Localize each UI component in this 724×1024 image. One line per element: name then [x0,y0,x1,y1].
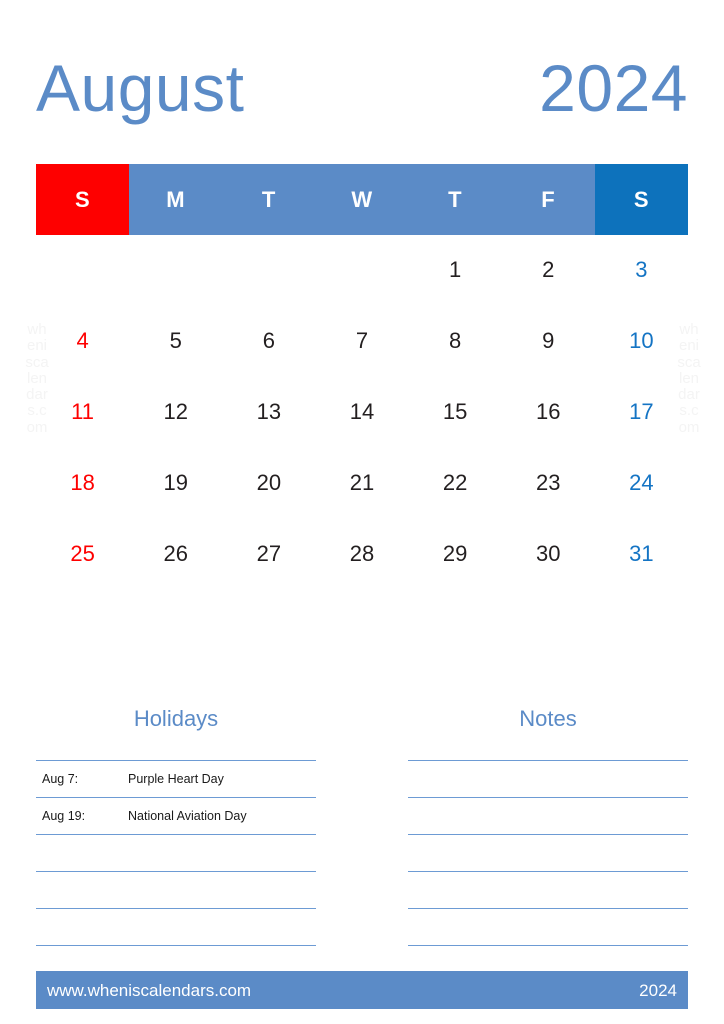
holiday-row [36,871,316,908]
date-cell[interactable]: 25 [36,527,129,598]
date-cell-empty [129,243,222,314]
date-cell[interactable]: 18 [36,456,129,527]
date-cell-empty [222,243,315,314]
date-cell[interactable]: 26 [129,527,222,598]
holiday-date: Aug 7: [42,772,79,786]
date-cell[interactable]: 10 [595,314,688,385]
bottom-sections: Holidays Aug 7: Purple Heart Day Aug 19: Na… [36,706,688,946]
note-row[interactable] [408,908,688,946]
holiday-date: Aug 19: [42,809,86,823]
date-cell[interactable]: 16 [502,385,595,456]
note-row[interactable] [408,834,688,871]
date-cell[interactable]: 9 [502,314,595,385]
date-cell[interactable]: 5 [129,314,222,385]
date-cell[interactable]: 27 [222,527,315,598]
holiday-row: Aug 19: National Aviation Day [36,797,316,834]
weekday-header-monday: M [129,164,223,235]
note-row[interactable] [408,760,688,797]
date-cell[interactable]: 28 [315,527,408,598]
date-cell[interactable]: 24 [595,456,688,527]
weekday-header-tuesday: T [222,164,316,235]
date-cell[interactable]: 22 [409,456,502,527]
date-cell[interactable]: 20 [222,456,315,527]
holiday-row [36,834,316,871]
note-row[interactable] [408,797,688,834]
date-cell[interactable]: 23 [502,456,595,527]
date-grid: 1 2 3 4 5 6 7 8 9 10 11 12 13 14 15 16 17 18 19 20 21 22 23 24 2… [36,243,688,598]
date-cell[interactable]: 1 [409,243,502,314]
note-row[interactable] [408,871,688,908]
date-cell-empty [315,243,408,314]
date-cell[interactable]: 30 [502,527,595,598]
date-cell[interactable]: 15 [409,385,502,456]
notes-section: Notes [408,706,688,946]
holidays-lines: Aug 7: Purple Heart Day Aug 19: National Av… [36,760,316,946]
holiday-row [36,908,316,946]
weekday-header-friday: F [501,164,595,235]
weekday-header-thursday: T [408,164,502,235]
holidays-title: Holidays [133,706,219,731]
year-label: 2024 [539,51,688,125]
date-cell[interactable]: 14 [315,385,408,456]
date-cell[interactable]: 8 [409,314,502,385]
date-cell[interactable]: 2 [502,243,595,314]
date-cell[interactable]: 19 [129,456,222,527]
date-cell[interactable]: 4 [36,314,129,385]
date-cell-empty [36,243,129,314]
holidays-section: Holidays Aug 7: Purple Heart Day Aug 19: Na… [36,706,316,946]
date-cell[interactable]: 11 [36,385,129,456]
date-cell[interactable]: 7 [315,314,408,385]
date-cell[interactable]: 21 [315,456,408,527]
date-cell[interactable]: 13 [222,385,315,456]
notes-lines [408,760,688,946]
weekday-header-row: S M T W T F S [36,164,688,235]
weekday-header-saturday: S [594,164,688,235]
date-cell[interactable]: 29 [409,527,502,598]
page-title: August 2024 [36,48,688,128]
date-cell[interactable]: 12 [129,385,222,456]
holiday-name: Purple Heart Day [128,772,224,786]
weekday-header-wednesday: W [315,164,409,235]
footer-website[interactable]: www.wheniscalendars.com [47,982,251,999]
date-cell[interactable]: 31 [595,527,688,598]
footer-year: 2024 [639,980,677,1000]
date-cell[interactable]: 3 [595,243,688,314]
month-label: August [36,51,245,125]
date-cell[interactable]: 6 [222,314,315,385]
notes-title: Notes [519,706,577,731]
calendar-page: wheniscalendars.com wheniscalendars.com … [0,0,724,1024]
footer-bar: www.wheniscalendars.com 2024 [36,971,688,1009]
date-cell[interactable]: 17 [595,385,688,456]
weekday-header-sunday: S [36,164,130,235]
holiday-row: Aug 7: Purple Heart Day [36,760,316,797]
holiday-name: National Aviation Day [128,809,247,823]
